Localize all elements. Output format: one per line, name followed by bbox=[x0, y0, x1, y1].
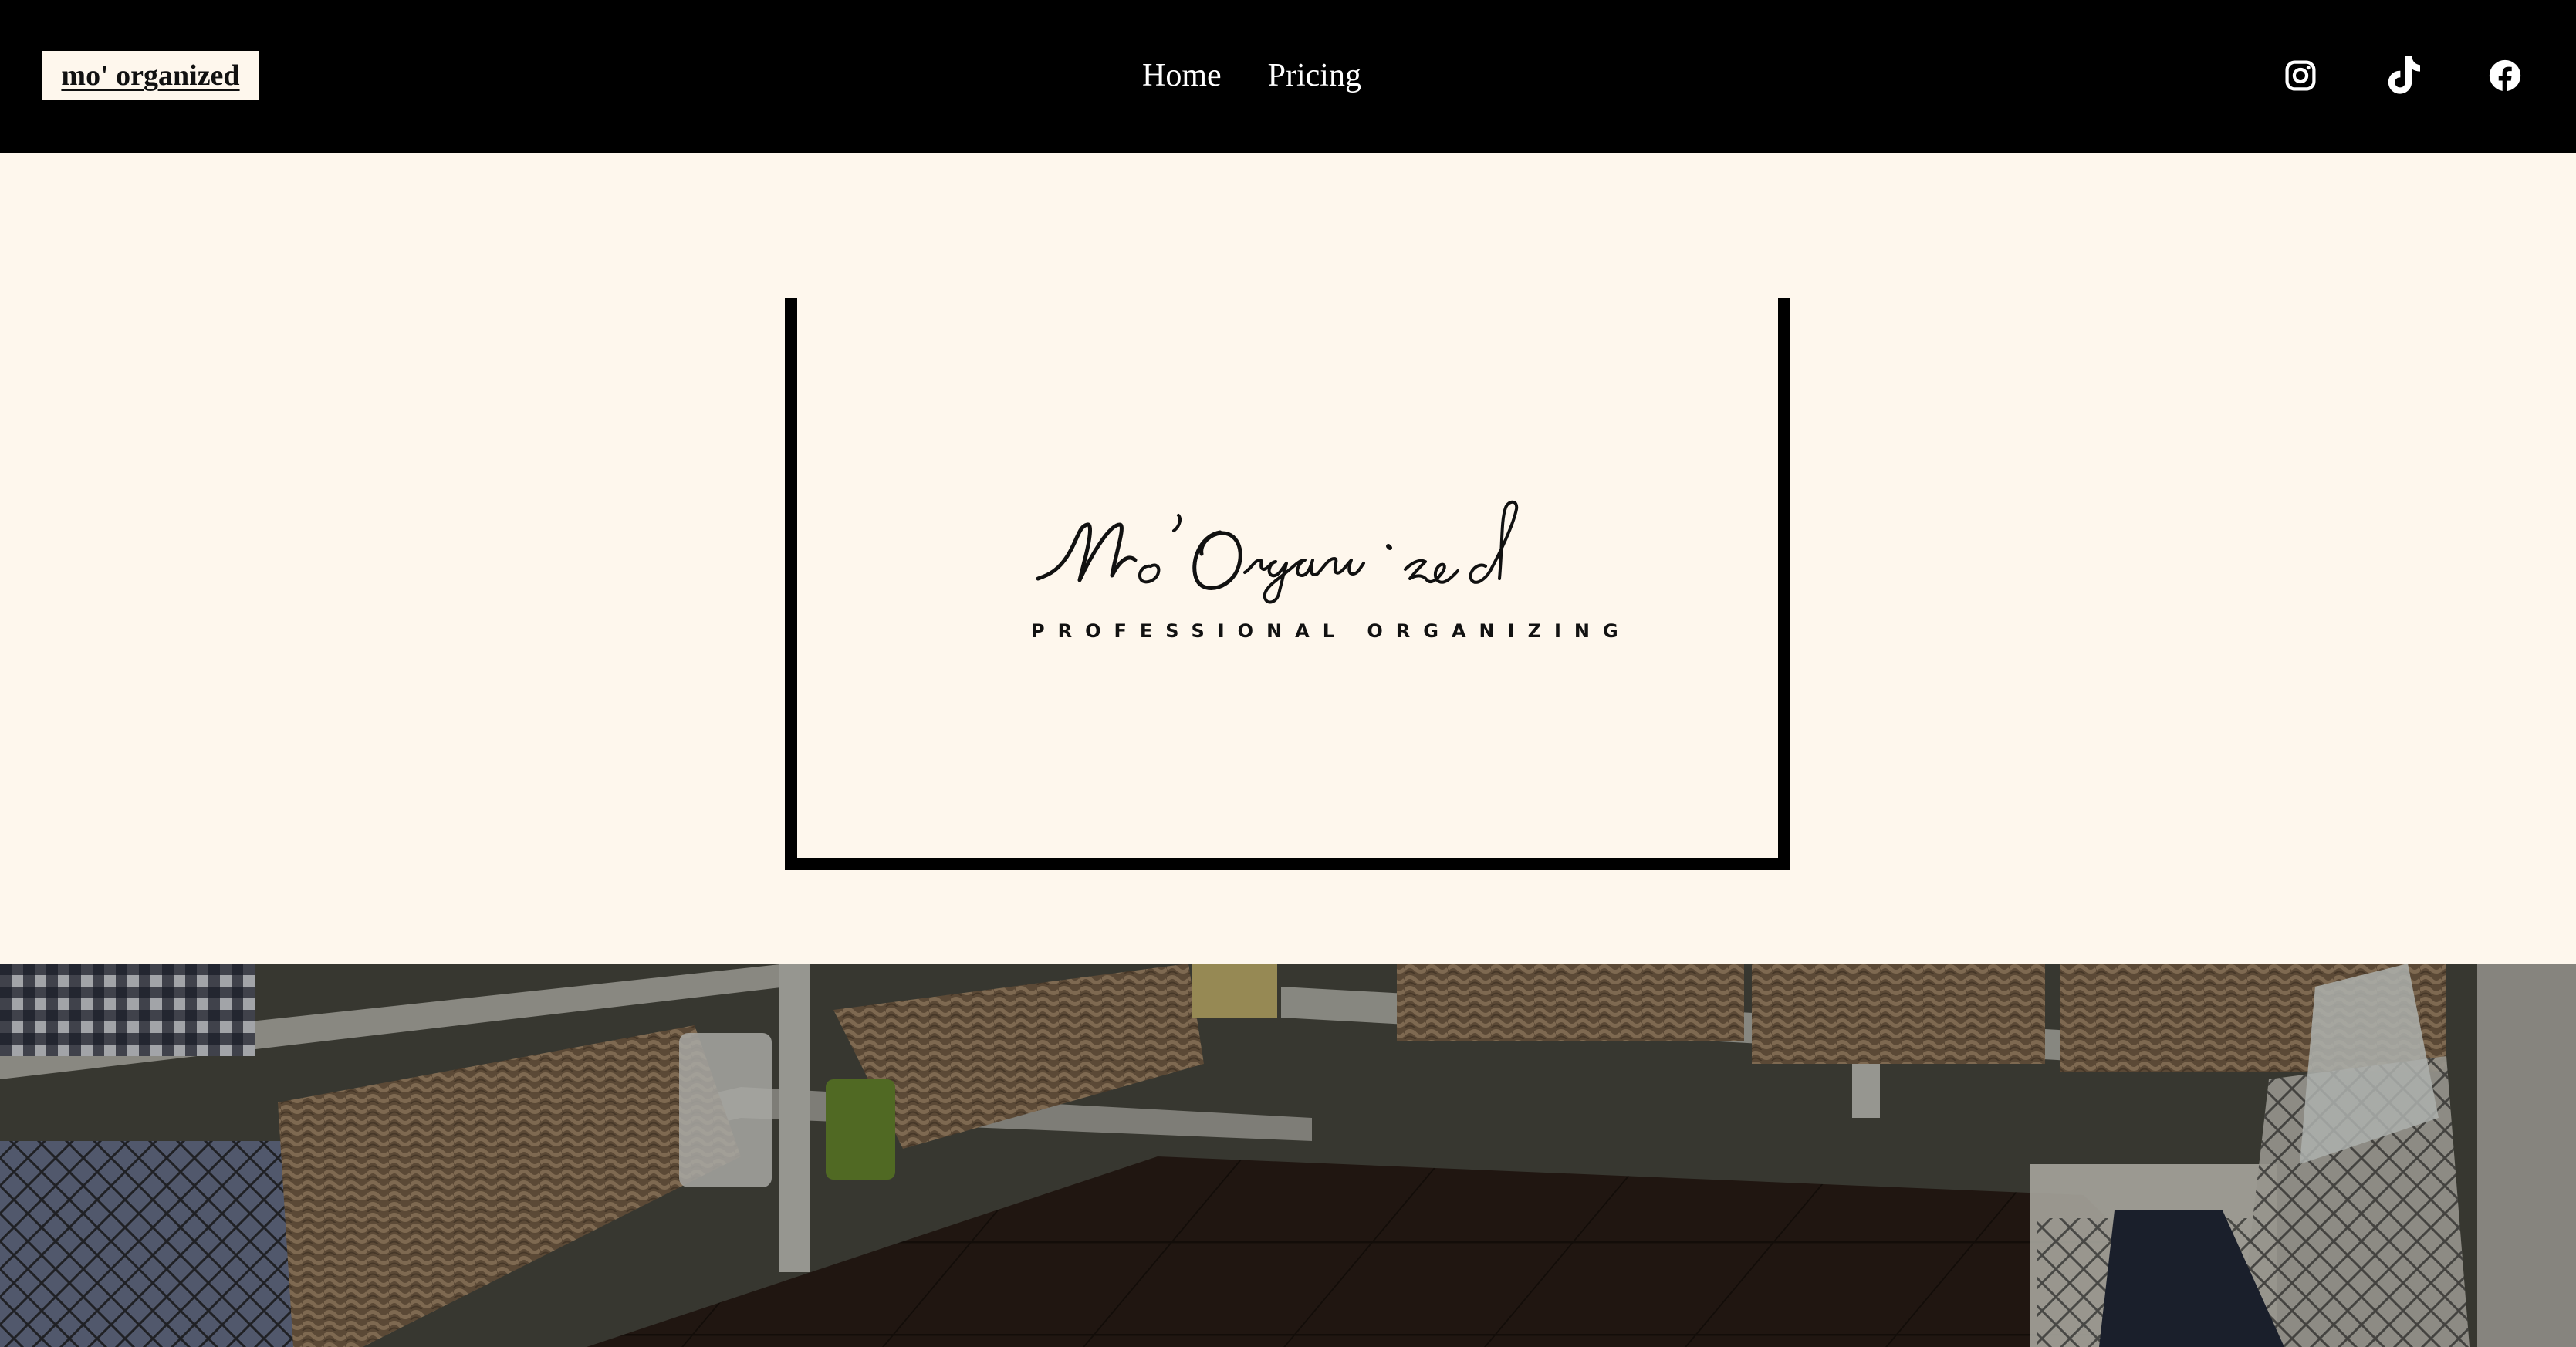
instagram-icon bbox=[2285, 60, 2316, 91]
nav-pricing-link[interactable]: Pricing bbox=[1268, 57, 1361, 94]
logo-tagline: PROFESSIONAL ORGANIZING bbox=[1031, 620, 1631, 642]
instagram-link[interactable] bbox=[2271, 46, 2330, 105]
tiktok-icon bbox=[2388, 56, 2420, 94]
script-logo-graphic bbox=[1036, 500, 1519, 604]
nav-home-link[interactable]: Home bbox=[1142, 57, 1222, 94]
facebook-icon bbox=[2489, 59, 2521, 93]
hero-section: PROFESSIONAL ORGANIZING bbox=[0, 153, 2576, 964]
main-nav: Home Pricing bbox=[1142, 51, 1361, 100]
facebook-link[interactable] bbox=[2476, 46, 2534, 105]
pantry-shelves-image bbox=[0, 964, 2576, 1347]
tiktok-link[interactable] bbox=[2374, 46, 2432, 105]
top-navigation-bar: mo' organized Home Pricing bbox=[0, 0, 2576, 153]
site-brand-link[interactable]: mo' organized bbox=[42, 51, 259, 100]
pantry-photo bbox=[0, 964, 2576, 1347]
brand-logo: PROFESSIONAL ORGANIZING bbox=[1021, 492, 1631, 654]
